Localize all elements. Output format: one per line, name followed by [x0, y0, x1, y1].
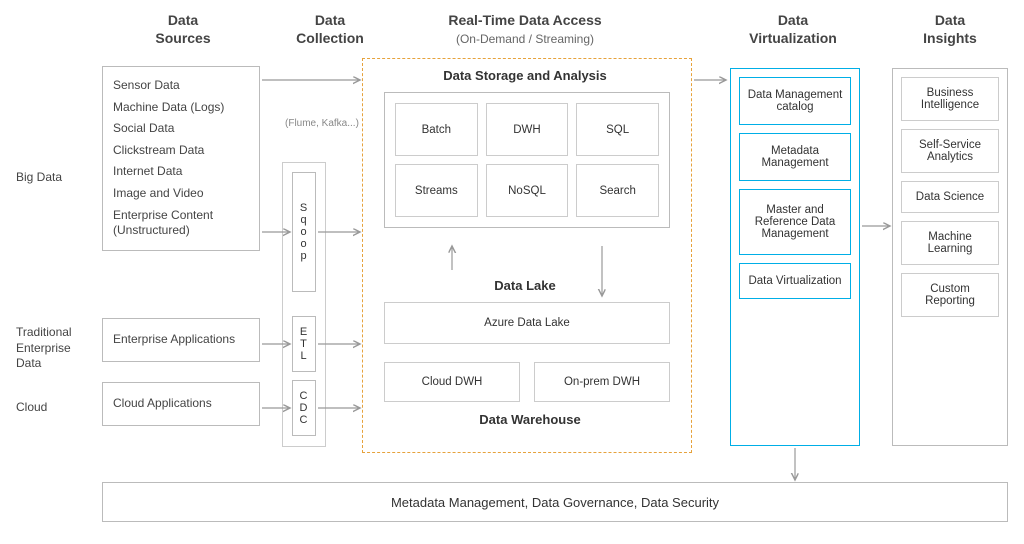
src-item: Image and Video	[113, 183, 249, 205]
dwh-cell: On-prem DWH	[534, 362, 670, 402]
src-item: Enterprise Applications	[113, 329, 249, 351]
src-item: Cloud Applications	[113, 393, 249, 415]
collection-sqoop: Sqoop	[300, 202, 308, 262]
insights-box: Business Intelligence Self-Service Analy…	[892, 68, 1008, 446]
header-sources: DataSources	[118, 12, 248, 47]
collection-cdc-box: CDC	[292, 380, 316, 436]
insight-item: Data Science	[901, 181, 999, 213]
src-item: Social Data	[113, 118, 249, 140]
sources-cloud-box: Cloud Applications	[102, 382, 260, 426]
header-collection: DataCollection	[280, 12, 380, 47]
virt-item: Master and Reference Data Management	[739, 189, 851, 255]
storage-grid: Batch DWH SQL Streams NoSQL Search	[384, 92, 670, 228]
collection-sqoop-box: Sqoop	[292, 172, 316, 292]
storage-cell: Streams	[395, 164, 478, 217]
storage-cell: Batch	[395, 103, 478, 156]
virt-item: Metadata Management	[739, 133, 851, 181]
header-realtime-main: Real-Time Data Access	[448, 12, 601, 28]
footer-box: Metadata Management, Data Governance, Da…	[102, 482, 1008, 522]
virtualization-box: Data Management catalog Metadata Managem…	[730, 68, 860, 446]
header-virtualization: DataVirtualization	[728, 12, 858, 47]
storage-cell: NoSQL	[486, 164, 569, 217]
header-realtime: Real-Time Data Access (On-Demand / Strea…	[380, 12, 670, 47]
src-item: Internet Data	[113, 161, 249, 183]
storage-title: Data Storage and Analysis	[400, 68, 650, 83]
src-item: Sensor Data	[113, 75, 249, 97]
collection-etl-box: ETL	[292, 316, 316, 372]
dwh-cell: Cloud DWH	[384, 362, 520, 402]
virt-item: Data Management catalog	[739, 77, 851, 125]
virt-item: Data Virtualization	[739, 263, 851, 299]
insight-item: Custom Reporting	[901, 273, 999, 317]
header-realtime-sub: (On-Demand / Streaming)	[456, 32, 594, 46]
collection-note: (Flume, Kafka...)	[285, 118, 359, 129]
insight-item: Machine Learning	[901, 221, 999, 265]
row-label-cloud: Cloud	[16, 400, 86, 416]
collection-etl: ETL	[300, 326, 308, 362]
insight-item: Business Intelligence	[901, 77, 999, 121]
lake-box: Azure Data Lake	[384, 302, 670, 344]
src-item: Enterprise Content (Unstructured)	[113, 205, 249, 242]
collection-cdc: CDC	[300, 390, 309, 426]
storage-cell: Search	[576, 164, 659, 217]
row-label-traditional: Traditional Enterprise Data	[16, 325, 86, 372]
dw-title: Data Warehouse	[460, 412, 600, 427]
row-label-bigdata: Big Data	[16, 170, 86, 186]
sources-traditional-box: Enterprise Applications	[102, 318, 260, 362]
storage-cell: SQL	[576, 103, 659, 156]
lake-title: Data Lake	[460, 278, 590, 293]
insight-item: Self-Service Analytics	[901, 129, 999, 173]
src-item: Machine Data (Logs)	[113, 97, 249, 119]
src-item: Clickstream Data	[113, 140, 249, 162]
storage-cell: DWH	[486, 103, 569, 156]
sources-bigdata-box: Sensor Data Machine Data (Logs) Social D…	[102, 66, 260, 251]
header-insights: DataInsights	[890, 12, 1010, 47]
